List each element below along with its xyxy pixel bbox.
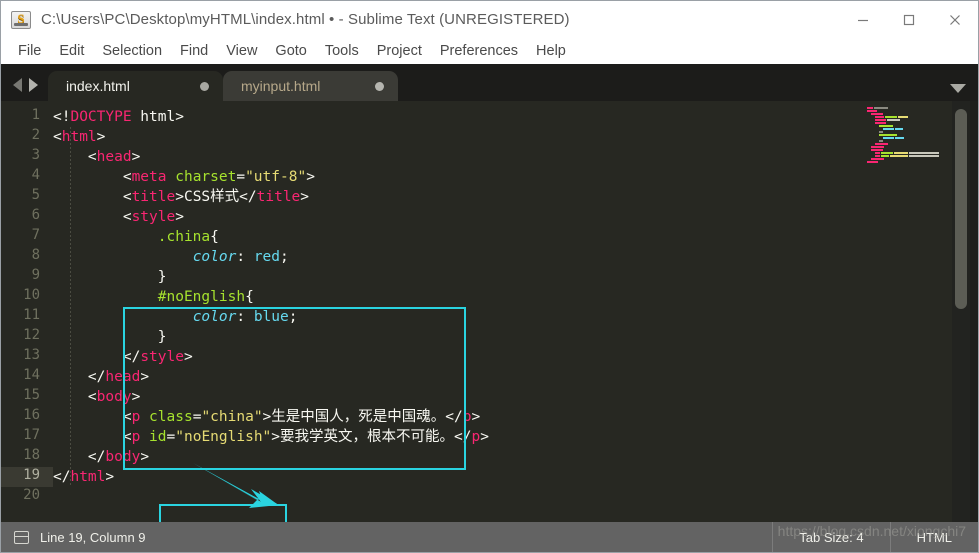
tab-label: index.html [66,78,130,94]
maximize-icon[interactable] [886,1,932,38]
code-line-1: <!DOCTYPE html> [53,109,184,125]
code-line-7: .china{ [157,229,219,245]
code-line-17: <p id="noEnglish">要我学英文，根本不可能。</p> [122,429,489,445]
tab-nav-arrows [1,78,48,101]
line-number: 20 [23,487,40,503]
chevron-down-icon[interactable] [950,84,966,93]
line-number: 9 [31,267,40,283]
line-number: 4 [31,167,40,183]
code-line-6: <style> [122,209,184,225]
arrow-right-icon[interactable] [29,78,38,92]
code-line-11: color: blue; [192,309,298,325]
minimap[interactable] [859,101,952,522]
line-number-active: 19 [1,467,53,487]
line-number: 5 [31,187,40,203]
code-line-13: </style> [122,349,193,365]
menu-item-edit[interactable]: Edit [50,41,93,61]
syntax-indicator[interactable]: HTML [889,522,978,552]
menu-item-project[interactable]: Project [368,41,431,61]
line-number: 11 [23,307,40,323]
tab-label: myinput.html [241,78,321,94]
vertical-scrollbar[interactable] [952,101,970,522]
line-number: 16 [23,407,40,423]
status-bar: Line 19, Column 9 Tab Size: 4 HTML https… [1,522,978,552]
menu-item-preferences[interactable]: Preferences [431,41,527,61]
tab-bar: index.html myinput.html [1,64,978,101]
menu-item-goto[interactable]: Goto [266,41,315,61]
editor-edge-strip [970,101,978,522]
tab-index-html[interactable]: index.html [48,71,223,101]
editor-area: 1 2 3 4 5 6 7 8 9 10 11 12 13 14 15 16 1… [1,101,978,522]
panel-layout-icon[interactable] [14,530,29,544]
sublime-text-window: C:\Users\PC\Desktop\myHTML\index.html • … [0,0,979,553]
menu-item-file[interactable]: File [9,41,50,61]
menu-item-selection[interactable]: Selection [93,41,171,61]
line-number: 1 [31,107,40,123]
line-number: 7 [31,227,40,243]
line-number-gutter: 1 2 3 4 5 6 7 8 9 10 11 12 13 14 15 16 1… [1,101,53,522]
menu-bar: File Edit Selection Find View Goto Tools… [1,38,978,64]
line-number: 13 [23,347,40,363]
scrollbar-thumb[interactable] [955,109,967,309]
line-number: 12 [23,327,40,343]
menu-item-view[interactable]: View [217,41,266,61]
title-bar: C:\Users\PC\Desktop\myHTML\index.html • … [1,1,978,38]
code-line-10: #noEnglish{ [157,289,254,305]
pointer-arrow-icon [193,463,279,508]
code-line-2: <html> [53,129,106,145]
window-title: C:\Users\PC\Desktop\myHTML\index.html • … [41,11,570,28]
code-line-8: color: red; [192,249,289,265]
menu-item-tools[interactable]: Tools [316,41,368,61]
close-icon[interactable] [932,1,978,38]
line-number: 2 [31,127,40,143]
line-number: 15 [23,387,40,403]
tab-dirty-dot-icon[interactable] [200,81,209,91]
code-line-5: <title>CSS样式</title> [122,189,310,205]
code-line-4: <meta charset="utf-8"> [122,169,315,185]
line-number: 8 [31,247,40,263]
menu-item-help[interactable]: Help [527,41,575,61]
sublime-logo-icon [11,10,31,29]
tab-size-indicator[interactable]: Tab Size: 4 [772,522,889,552]
tab-dirty-dot-icon[interactable] [375,81,384,91]
arrow-left-icon[interactable] [13,78,22,92]
code-line-14: </head> [87,369,150,385]
code-line-12: } [157,329,167,345]
code-line-3: <head> [87,149,141,165]
cursor-position: Line 19, Column 9 [40,529,146,545]
line-number: 17 [23,427,40,443]
tab-myinput-html[interactable]: myinput.html [223,71,398,101]
status-right-group: Tab Size: 4 HTML [772,522,978,552]
code-line-9: } [157,269,167,285]
line-number: 18 [23,447,40,463]
line-number: 3 [31,147,40,163]
line-number: 14 [23,367,40,383]
code-line-16: <p class="china">生是中国人，死是中国魂。</p> [122,409,481,425]
window-controls [840,1,978,38]
line-number: 10 [23,287,40,303]
menu-item-find[interactable]: Find [171,41,217,61]
minimize-icon[interactable] [840,1,886,38]
line-number: 6 [31,207,40,223]
code-line-15: <body> [87,389,141,405]
